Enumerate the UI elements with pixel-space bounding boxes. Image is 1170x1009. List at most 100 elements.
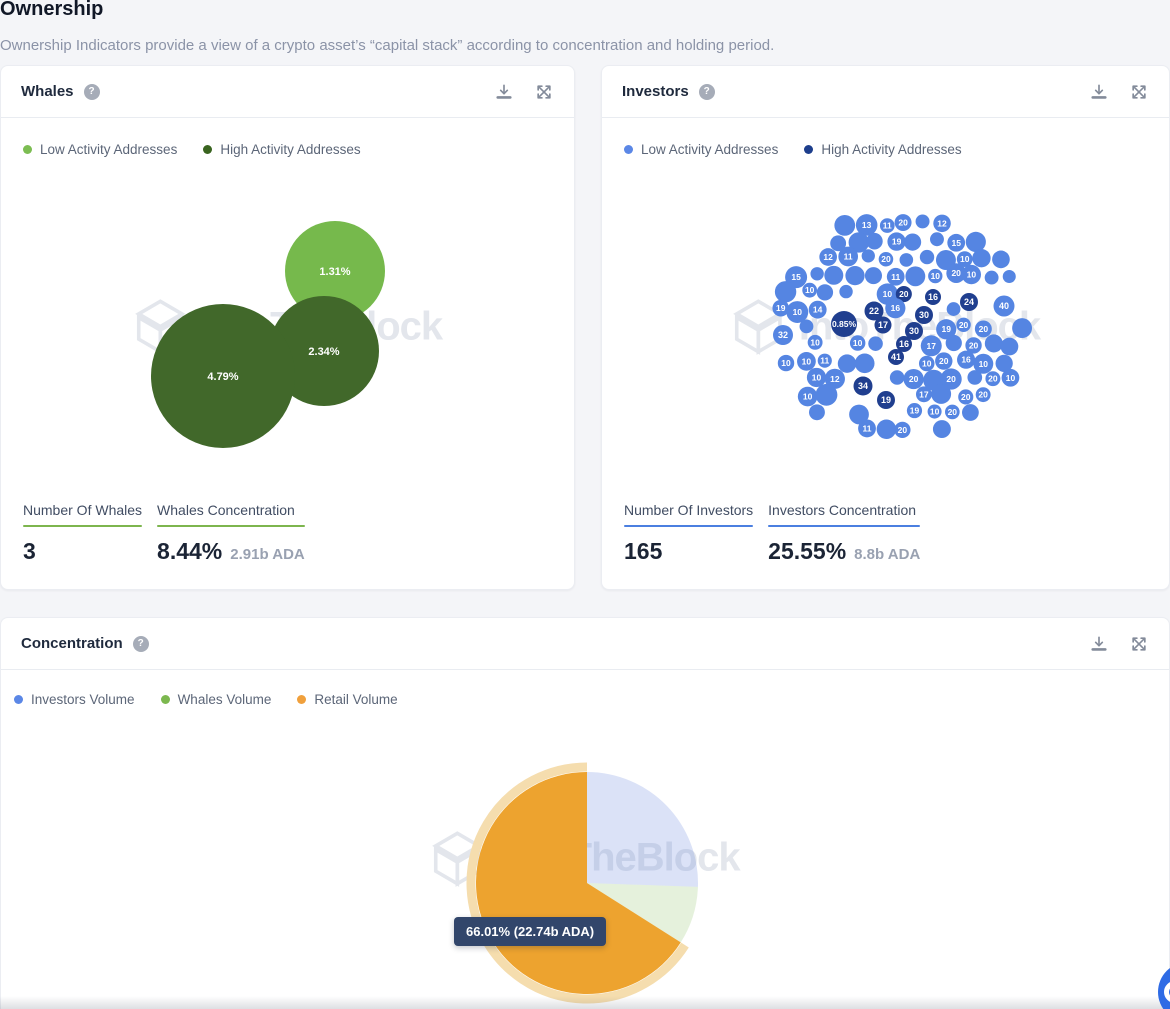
svg-text:19: 19 — [881, 395, 891, 405]
download-icon[interactable] — [494, 82, 514, 102]
svg-text:1.31%: 1.31% — [319, 266, 350, 278]
investors-panel-actions — [1089, 82, 1149, 102]
svg-text:10: 10 — [793, 307, 803, 317]
svg-text:20: 20 — [988, 374, 998, 384]
svg-text:20: 20 — [978, 390, 988, 400]
investors-concentration-value: 25.55% — [768, 538, 847, 564]
investors-bubble-chart[interactable]: IntoTheBlock 131120121915121120101511102… — [602, 170, 1169, 490]
expand-icon[interactable] — [1129, 634, 1149, 654]
svg-text:20: 20 — [948, 407, 958, 417]
whales-panel-title: Whales — [21, 83, 74, 100]
investors-count-value: 165 — [624, 538, 663, 564]
svg-text:15: 15 — [951, 238, 961, 248]
whales-bubble-chart[interactable]: IntoTheBlock 1.31%2.34%4.79% — [1, 170, 574, 490]
svg-text:19: 19 — [776, 303, 786, 313]
ownership-dashboard: Ownership Ownership Indicators provide a… — [0, 0, 1170, 1009]
svg-text:10: 10 — [967, 270, 977, 280]
svg-text:10: 10 — [810, 337, 820, 347]
pie-tooltip: 66.01% (22.74b ADA) — [454, 917, 607, 946]
svg-text:11: 11 — [883, 221, 892, 231]
svg-text:20: 20 — [898, 425, 908, 435]
svg-text:12: 12 — [830, 374, 840, 384]
stat-number-of-investors: Number Of Investors 165 — [624, 502, 754, 564]
whales-panel-header: Whales ? — [1, 66, 574, 118]
whales-count-value: 3 — [23, 538, 36, 564]
svg-text:41: 41 — [891, 352, 901, 362]
investors-stats: Number Of Investors 165 Investors Concen… — [624, 502, 921, 565]
svg-text:19: 19 — [910, 406, 920, 416]
legend-item-low-activity[interactable]: Low Activity Addresses — [624, 142, 778, 157]
svg-text:22: 22 — [869, 306, 879, 316]
svg-text:11: 11 — [863, 423, 872, 433]
svg-text:16: 16 — [899, 339, 909, 349]
svg-text:17: 17 — [878, 320, 888, 330]
svg-text:17: 17 — [919, 389, 929, 399]
svg-text:12: 12 — [937, 218, 947, 228]
svg-text:0.85%: 0.85% — [832, 319, 857, 329]
whales-concentration-ada: 2.91b ADA — [230, 546, 305, 563]
investors-panel-header: Investors ? — [602, 66, 1169, 118]
help-icon[interactable]: ? — [132, 635, 149, 652]
legend-dot — [203, 145, 213, 154]
page-subtitle: Ownership Indicators provide a view of a… — [0, 37, 775, 54]
svg-text:30: 30 — [919, 310, 929, 320]
concentration-panel-header: Concentration ? — [1, 618, 1169, 670]
stat-whales-concentration: Whales Concentration 8.44% 2.91b ADA — [157, 502, 305, 564]
download-icon[interactable] — [1089, 82, 1109, 102]
help-icon[interactable]: ? — [83, 83, 100, 100]
legend-item-investors-volume[interactable]: Investors Volume — [14, 692, 135, 707]
legend-dot — [23, 145, 32, 154]
legend-item-high-activity[interactable]: High Activity Addresses — [203, 142, 361, 157]
bottom-shadow — [0, 996, 1170, 1009]
svg-text:20: 20 — [979, 324, 989, 334]
svg-text:20: 20 — [946, 374, 956, 384]
expand-icon[interactable] — [1129, 82, 1149, 102]
svg-text:10: 10 — [802, 356, 812, 366]
download-icon[interactable] — [1089, 634, 1109, 654]
whales-panel: Whales ? Low Activity Addresses High Act… — [0, 65, 575, 590]
concentration-legend: Investors Volume Whales Volume Retail Vo… — [1, 670, 1169, 707]
legend-item-retail-volume[interactable]: Retail Volume — [297, 692, 398, 707]
svg-text:10: 10 — [853, 338, 863, 348]
whales-concentration-value: 8.44% — [157, 538, 223, 564]
help-icon[interactable]: ? — [698, 83, 715, 100]
stat-investors-concentration: Investors Concentration 25.55% 8.8b ADA — [768, 502, 921, 564]
svg-text:10: 10 — [803, 392, 813, 402]
concentration-panel: Concentration ? Investors Volume Whales … — [0, 617, 1170, 1009]
legend-item-low-activity[interactable]: Low Activity Addresses — [23, 142, 177, 157]
svg-text:20: 20 — [939, 356, 949, 366]
svg-text:32: 32 — [778, 330, 788, 340]
investors-panel: Investors ? Low Activity Addresses High … — [601, 65, 1170, 590]
expand-icon[interactable] — [534, 82, 554, 102]
svg-text:10: 10 — [930, 407, 940, 417]
concentration-panel-title: Concentration — [21, 635, 123, 652]
svg-text:40: 40 — [999, 301, 1009, 311]
svg-text:20: 20 — [881, 254, 891, 264]
investors-legend: Low Activity Addresses High Activity Add… — [602, 118, 1169, 157]
legend-item-whales-volume[interactable]: Whales Volume — [160, 692, 271, 707]
svg-text:20: 20 — [961, 392, 971, 402]
svg-text:16: 16 — [928, 292, 938, 302]
svg-text:30: 30 — [909, 326, 919, 336]
legend-dot — [297, 695, 307, 704]
whales-stats: Number Of Whales 3 Whales Concentration … — [23, 502, 305, 565]
page-title: Ownership — [0, 0, 104, 20]
stat-number-of-whales: Number Of Whales 3 — [23, 502, 143, 564]
svg-text:20: 20 — [898, 218, 908, 228]
chat-icon — [1164, 981, 1170, 1003]
legend-item-high-activity[interactable]: High Activity Addresses — [804, 142, 962, 157]
svg-text:10: 10 — [931, 271, 941, 281]
legend-dot — [624, 145, 633, 154]
svg-text:16: 16 — [961, 355, 971, 365]
whales-panel-actions — [494, 82, 554, 102]
svg-text:10: 10 — [805, 285, 815, 295]
svg-text:34: 34 — [858, 381, 868, 391]
svg-text:14: 14 — [813, 305, 823, 315]
svg-text:24: 24 — [964, 297, 974, 307]
svg-text:10: 10 — [960, 254, 970, 264]
investors-panel-title: Investors — [622, 83, 689, 100]
svg-text:17: 17 — [927, 341, 937, 351]
concentration-pie-chart[interactable]: IntoTheBlock 66.01% (22.74b ADA) — [1, 715, 1169, 1008]
svg-text:20: 20 — [951, 268, 961, 278]
svg-text:20: 20 — [909, 374, 919, 384]
